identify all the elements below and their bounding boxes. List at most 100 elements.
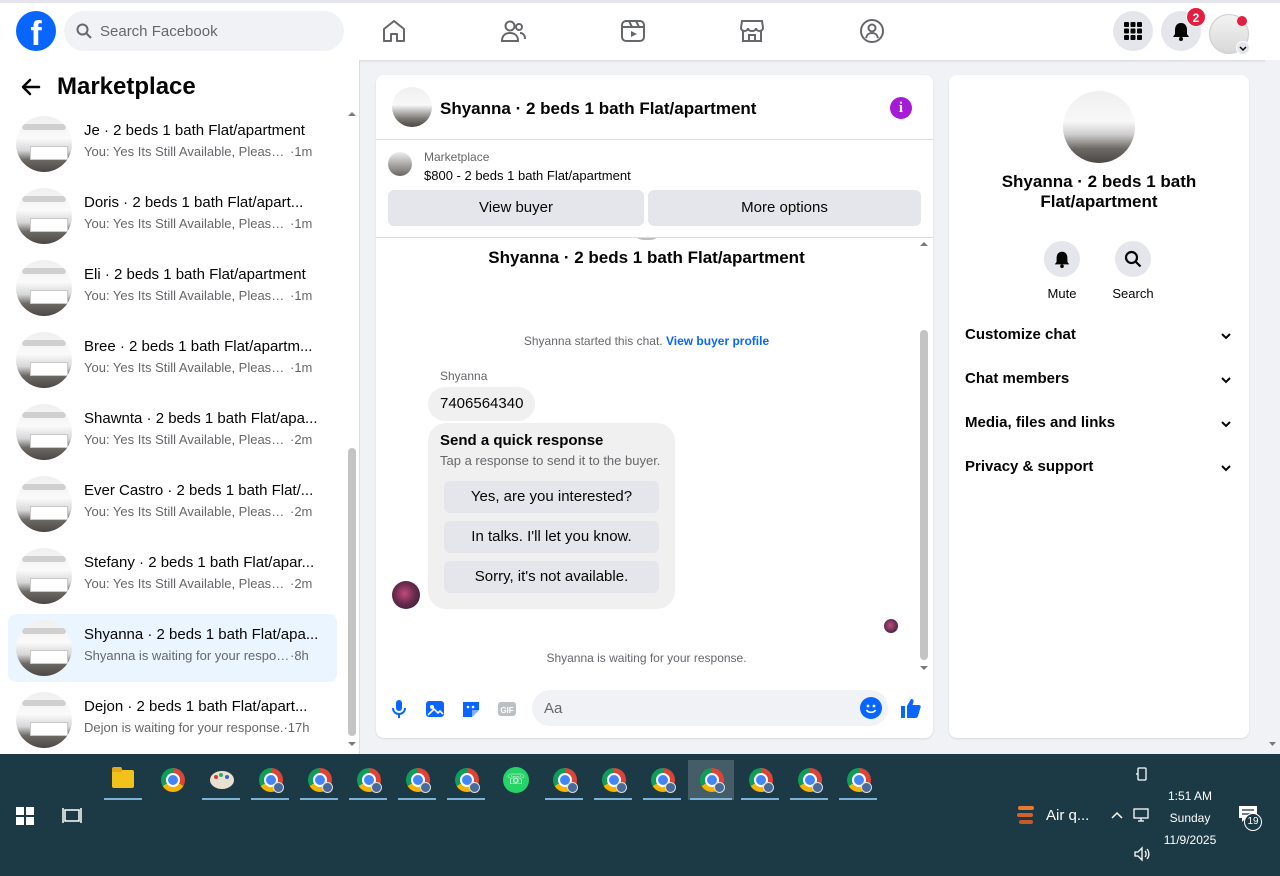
conversation-preview-line: You: Yes Its Still Available, Please S..… (84, 216, 320, 231)
facebook-logo[interactable]: f (16, 11, 56, 51)
menu-button[interactable] (1113, 11, 1153, 51)
mute-label: Mute (1047, 286, 1077, 301)
scrollbar-thumb[interactable] (920, 330, 928, 660)
listing-price-title[interactable]: $800 - 2 beds 1 bath Flat/apartment (424, 168, 631, 183)
device-icon[interactable] (1135, 766, 1149, 782)
task-view-icon[interactable] (62, 806, 82, 826)
conversation-item[interactable]: Shyanna · 2 beds 1 bath Flat/apa... Shyan… (8, 614, 337, 682)
search-icon (1124, 250, 1142, 268)
conversation-preview-line: You: Yes Its Still Available, Please S..… (84, 504, 320, 519)
conversation-preview-line: You: Yes Its Still Available, Please S..… (84, 432, 320, 447)
thumbs-up-icon[interactable] (899, 696, 923, 720)
emoji-icon[interactable] (860, 697, 882, 719)
network-icon[interactable] (1133, 807, 1151, 823)
chrome-profile-app[interactable] (739, 760, 781, 800)
whatsapp-app[interactable]: ☏ (494, 760, 536, 800)
profile-badge (861, 782, 872, 793)
scroll-up-icon[interactable] (346, 110, 358, 118)
quick-response-button[interactable]: Sorry, it's not available. (444, 561, 659, 593)
air-quality-icon[interactable] (1016, 804, 1036, 826)
conversation-item[interactable]: Stefany · 2 beds 1 bath Flat/apar... You:… (8, 542, 337, 610)
home-icon[interactable] (380, 17, 408, 45)
conversation-item[interactable]: Bree · 2 beds 1 bath Flat/apartm... You: … (8, 326, 337, 394)
seen-indicator-avatar (884, 619, 898, 633)
media-files-links-row[interactable]: Media, files and links (965, 402, 1233, 446)
chrome-profile-app[interactable] (592, 760, 634, 800)
privacy-support-row[interactable]: Privacy & support (965, 446, 1233, 490)
section-label: Customize chat (965, 326, 1076, 343)
chrome-profile-app[interactable] (445, 760, 487, 800)
profile-badge (616, 782, 627, 793)
friends-icon[interactable] (499, 17, 527, 45)
search-box[interactable] (64, 11, 344, 51)
listing-avatar-large[interactable] (1063, 91, 1135, 163)
listing-thumbnail[interactable] (388, 152, 412, 176)
chrome-profile-app[interactable] (788, 760, 830, 800)
conversation-item[interactable]: Shawnta · 2 beds 1 bath Flat/apa... You: … (8, 398, 337, 466)
search-input[interactable] (100, 11, 330, 51)
conversation-time: ·17h (283, 720, 310, 735)
back-arrow-icon[interactable] (20, 76, 42, 98)
file-explorer-app[interactable] (102, 760, 144, 800)
conversation-item[interactable]: Eli · 2 beds 1 bath Flat/apartment You: Y… (8, 254, 337, 322)
buyer-avatar[interactable] (392, 581, 420, 609)
account-chevron-icon[interactable] (1236, 41, 1250, 55)
chrome-app[interactable] (151, 760, 193, 800)
conversation-item[interactable]: Doris · 2 beds 1 bath Flat/apart... You: … (8, 182, 337, 250)
whatsapp-icon: ☏ (503, 767, 529, 793)
paint-app[interactable] (200, 760, 242, 800)
chrome-profile-app[interactable] (347, 760, 389, 800)
sticker-icon[interactable] (460, 698, 482, 720)
conversation-item[interactable]: Je · 2 beds 1 bath Flat/apartment You: Ye… (8, 110, 337, 178)
message-input[interactable] (532, 690, 888, 726)
message-bubble[interactable]: 7406564340 (428, 387, 536, 421)
chevron-down-icon (1221, 421, 1231, 428)
chrome-profile-app[interactable] (249, 760, 291, 800)
scroll-down-icon[interactable] (917, 664, 931, 672)
thread-title: Shyanna · 2 beds 1 bath Flat/apartment (488, 248, 805, 267)
action-center-button[interactable]: 19 (1238, 805, 1262, 831)
chrome-profile-app[interactable] (641, 760, 683, 800)
chrome-profile-app-active[interactable] (688, 760, 734, 800)
volume-icon[interactable] (1133, 846, 1151, 862)
view-buyer-button[interactable]: View buyer (388, 190, 644, 226)
chrome-profile-app[interactable] (298, 760, 340, 800)
conversation-item[interactable]: Ever Castro · 2 beds 1 bath Flat/... You:… (8, 470, 337, 538)
chrome-profile-app[interactable] (396, 760, 438, 800)
clock[interactable]: 1:51 AM Sunday 11/9/2025 (1160, 785, 1220, 851)
info-icon[interactable]: i (890, 97, 912, 119)
conversation-title: Eli · 2 beds 1 bath Flat/apartment (84, 266, 306, 283)
conversation-title: Shawnta · 2 beds 1 bath Flat/apa... (84, 410, 318, 427)
windows-start-icon[interactable] (16, 807, 34, 825)
gif-icon[interactable]: GIF (496, 698, 518, 720)
scrollbar-thumb[interactable] (348, 448, 356, 736)
chat-scrollbar[interactable] (917, 240, 931, 672)
search-action[interactable]: Search (1103, 241, 1163, 301)
weather-widget-label[interactable]: Air q... (1046, 807, 1089, 824)
more-options-button[interactable]: More options (648, 190, 921, 226)
windows-taskbar: ☏ Air q... 1:51 AM Sunday 11/9/2025 19 (0, 754, 1280, 876)
chrome-profile-app[interactable] (837, 760, 879, 800)
chat-title[interactable]: Shyanna · 2 beds 1 bath Flat/apartment (440, 99, 756, 119)
mute-action[interactable]: Mute (1032, 241, 1092, 301)
chat-members-row[interactable]: Chat members (965, 358, 1233, 402)
sidebar-scrollbar[interactable] (346, 110, 358, 750)
scroll-down-icon[interactable] (346, 740, 358, 748)
photo-icon[interactable] (424, 698, 446, 720)
marketplace-icon[interactable] (738, 17, 766, 45)
chrome-profile-app[interactable] (543, 760, 585, 800)
microphone-icon[interactable] (388, 698, 410, 720)
chevron-up-icon[interactable] (1110, 810, 1124, 820)
page-scrollbar[interactable] (1265, 60, 1280, 754)
scroll-up-icon[interactable] (917, 240, 931, 248)
customize-chat-row[interactable]: Customize chat (965, 314, 1233, 358)
conversation-preview: Shyanna is waiting for your respon... (84, 648, 290, 663)
scroll-down-icon[interactable] (1267, 740, 1278, 748)
quick-response-button[interactable]: In talks. I'll let you know. (444, 521, 659, 553)
listing-avatar[interactable] (392, 87, 432, 127)
conversation-item[interactable]: Dejon · 2 beds 1 bath Flat/apart... Dejon… (8, 686, 337, 754)
view-buyer-profile-link[interactable]: View buyer profile (666, 334, 769, 348)
video-icon[interactable] (619, 17, 647, 45)
quick-response-button[interactable]: Yes, are you interested? (444, 481, 659, 513)
groups-icon[interactable] (858, 17, 886, 45)
